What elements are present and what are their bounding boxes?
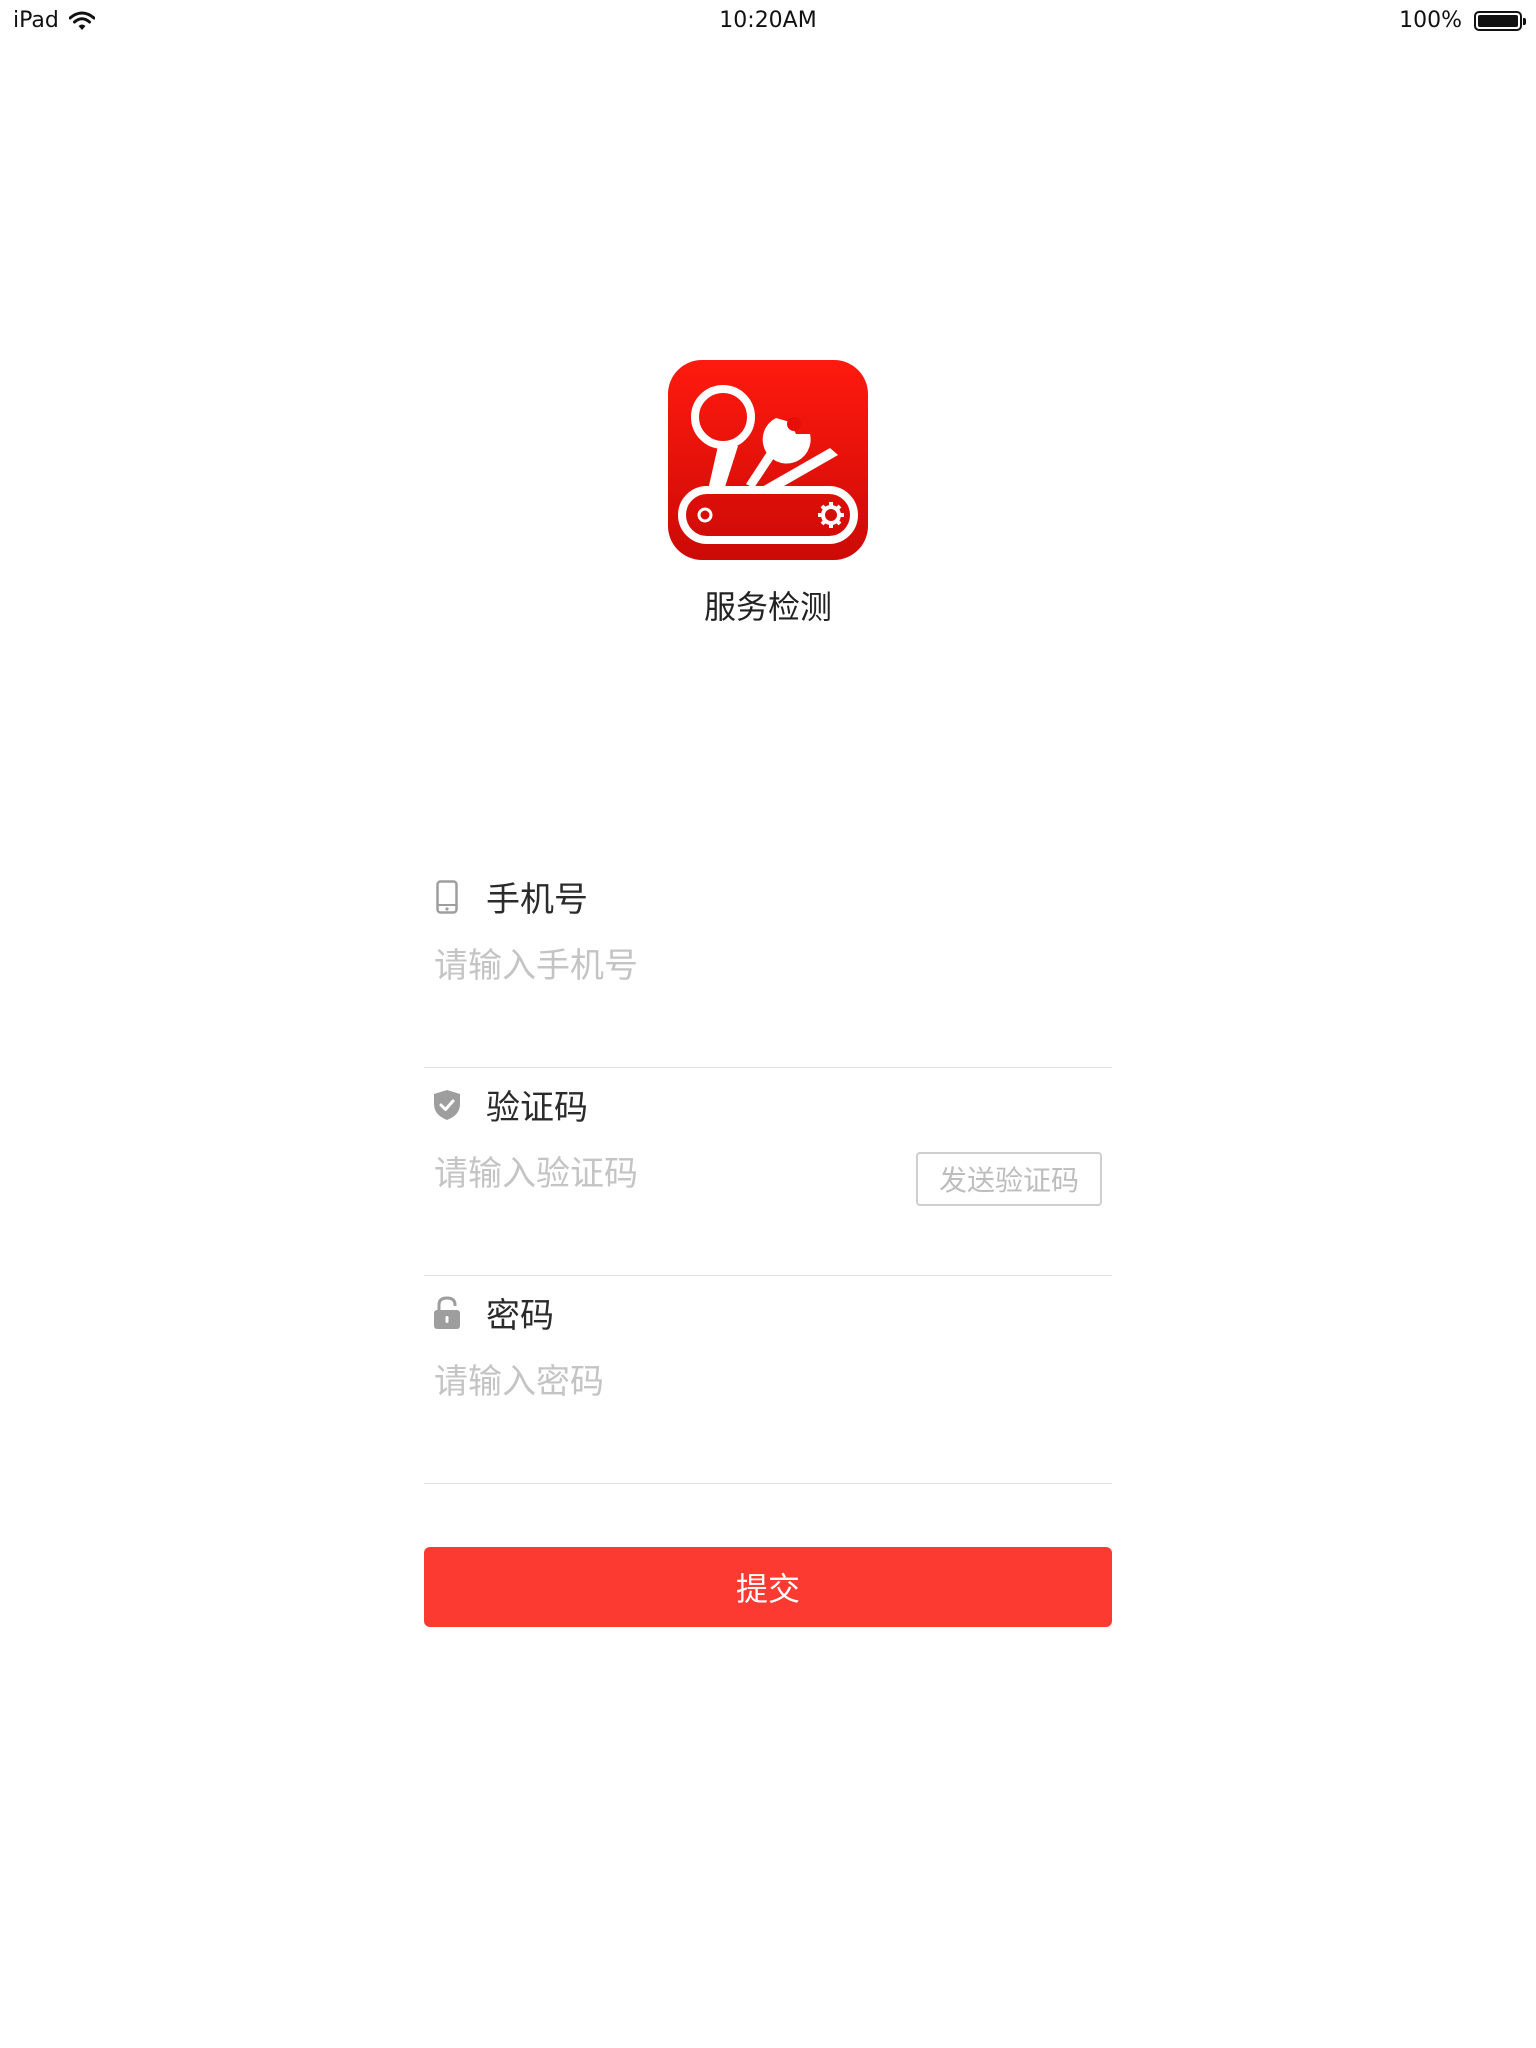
password-input[interactable]: [434, 1352, 994, 1412]
phone-input[interactable]: [434, 936, 994, 996]
app-name: 服务检测: [703, 588, 832, 626]
code-field-header: 验证码: [432, 1080, 588, 1129]
status-bar: iPad 10:20AM 100%: [0, 0, 1536, 40]
code-label: 验证码: [486, 1088, 588, 1128]
phone-field-header: 手机号: [432, 872, 588, 921]
status-time: 10:20AM: [719, 8, 817, 33]
swiss-army-knife-icon: [668, 360, 868, 560]
submit-button[interactable]: 提交: [424, 1547, 1112, 1627]
code-input[interactable]: [434, 1144, 874, 1204]
status-right: 100%: [1399, 8, 1526, 33]
phone-icon: [432, 879, 462, 915]
code-field-group: 验证码 发送验证码: [424, 1068, 1112, 1276]
password-field-group: 密码: [424, 1276, 1112, 1484]
password-field-header: 密码: [432, 1288, 554, 1337]
lock-icon: [432, 1295, 462, 1331]
phone-label: 手机号: [486, 880, 588, 920]
phone-field-group: 手机号: [424, 860, 1112, 1068]
battery-icon: [1474, 10, 1526, 31]
shield-icon: [432, 1087, 462, 1123]
send-code-button[interactable]: 发送验证码: [916, 1152, 1102, 1206]
login-form: 手机号 验证码 发送验证码 密码: [424, 860, 1112, 1484]
password-label: 密码: [486, 1296, 554, 1336]
battery-percent: 100%: [1399, 8, 1462, 33]
